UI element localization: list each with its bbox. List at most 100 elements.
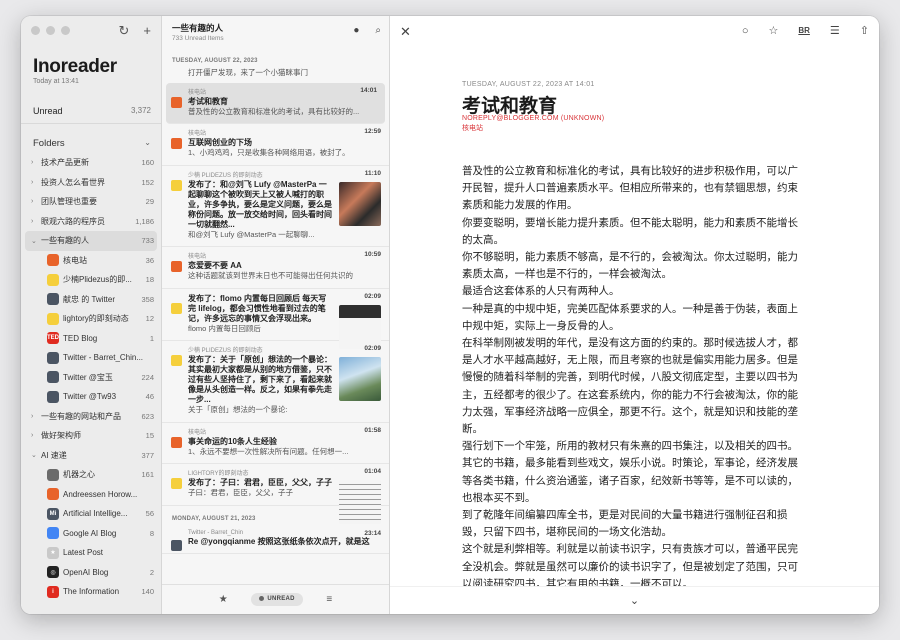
article-list: TUESDAY, AUGUST 22, 2023 打开僵尸发现，来了一个小猫眯事… [162,48,389,584]
article-paragraph: 普及性的公立教育和标准化的考试，具有比较好的进步积极作用，可以广开民智，提升人口… [462,165,798,212]
minimize-window-button[interactable] [46,26,55,35]
sidebar-feed-item[interactable]: i The Information 140 [21,582,161,602]
article-title: Re @yongqianme 按照这张纸条依次点开，就是这 [188,536,370,546]
sidebar-item-label: 少楠Plidezus的即... [63,275,132,285]
sidebar-item-label: Twitter - Barret_Chin... [63,353,144,363]
chevron-down-icon[interactable]: ⌄ [144,138,151,149]
sidebar-feed-item[interactable]: Google AI Blog 8 [21,524,161,544]
sidebar-folder-item[interactable]: › 一些有趣的网站和产品 623 [21,407,161,427]
article-excerpt: 和@刘飞 Lufy @MasterPa 一起聊聊... [188,229,315,239]
star-icon[interactable]: ☆ [768,24,778,37]
sidebar-feed-item[interactable]: TED TED Blog 1 [21,329,161,349]
article-item[interactable]: Twitter - Barret_Chin 23:14 Re @yongqian… [162,526,389,554]
sidebar-feed-item[interactable]: Andreessen Horow... [21,485,161,505]
sidebar-item-count: 623 [141,411,154,421]
chevron-down-icon[interactable]: ⌄ [31,451,41,459]
partial-article[interactable]: 打开僵尸发现，来了一个小猫眯事门 [162,68,389,83]
article-time: 01:58 [364,426,381,434]
feed-icon [47,488,59,501]
search-icon[interactable]: ⌕ [375,25,381,36]
add-icon[interactable]: + [143,23,151,39]
article-item[interactable]: 少楠 PLIDEZUS 的即刻动态 11:10 发布了：和@刘飞 Lufy @Mas… [162,166,389,247]
article-item[interactable]: 核电站 12:59 互联网创业的下场 1、小鸡鸡鸡，只是收集各种网络用语，被封了。 [162,124,389,166]
sidebar-feed-item[interactable]: ◎ OpenAI Blog 2 [21,563,161,583]
text-format-icon[interactable]: ☰ [830,24,840,37]
article-paragraph: 最适合这套体系的人只有两种人。 [462,285,620,298]
sidebar-item-label: lightory的即刻动态 [63,314,129,324]
article-excerpt: 子曰：君君，臣臣，父父，子子 [188,488,293,497]
article-title: 考试和教育 [188,96,228,106]
sidebar-feed-item[interactable]: Mi Artificial Intellige... 56 [21,504,161,524]
sidebar-folder-item[interactable]: › 眼观六路的程序员 1,186 [21,212,161,232]
article-excerpt: 1、永远不要想一次性解决所有问题。任何想一... [188,446,349,456]
sidebar-folder-item[interactable]: ⌄ AI 速递 377 [21,446,161,466]
article-paragraph: 强行划下一个牢笼，所用的教材只有朱熹的四书集注，以及相关的四书。其它的书籍，最多… [462,440,798,504]
sidebar-feed-item[interactable]: ★ Latest Post [21,543,161,563]
article-item[interactable]: 核电站 14:01 考试和教育 普及性的公立教育和标准化的考试，具有比较好的... [166,82,385,124]
article-list-pane: 一些有趣的人 733 Unread Items ● ⌕ TUESDAY, AUG… [162,16,390,614]
chevron-down-icon[interactable]: ⌄ [390,586,879,614]
divider [21,123,161,124]
close-icon[interactable]: ✕ [400,24,411,40]
feed-icon [47,312,59,325]
article-excerpt: 打开僵尸发现，来了一个小猫眯事门 [188,68,308,77]
share-icon[interactable]: ⇧ [860,24,869,37]
feed-icon [171,436,182,448]
unread-nav-item[interactable]: Unread 3,372 [33,106,151,116]
sidebar-folder-item[interactable]: ⌄ 一些有趣的人 733 [25,231,157,251]
article-feed-link[interactable]: 核电站 [462,123,483,133]
bionic-reading-icon[interactable]: BR [798,26,810,35]
article-item[interactable]: 02:09 发布了：flomo 内置每日回顾后 每天写完 lifelog，都会习惯… [162,289,389,349]
article-item[interactable]: 核电站 01:58 事关命运的10条人生经验 1、永远不要想一次性解决所有问题。任何想… [162,423,389,464]
close-window-button[interactable] [31,26,40,35]
sidebar-folder-item[interactable]: › 做好架构师 15 [21,426,161,446]
chevron-right-icon[interactable]: › [31,413,41,420]
sidebar-feed-item[interactable]: Twitter @宝玉 224 [21,368,161,388]
sidebar-feed-item[interactable]: 少楠Plidezus的即... 18 [21,270,161,290]
star-icon[interactable]: ★ [219,594,228,605]
chevron-right-icon[interactable]: › [31,218,41,225]
article-time: 02:09 [364,292,381,300]
sidebar-feed-item[interactable]: 机器之心 161 [21,465,161,485]
article-excerpt: 普及性的公立教育和标准化的考试，具有比较好的... [188,106,360,116]
article-paragraph: 在科举制刚被发明的年代，是没有这方面的约束的。那时候选拔人才，都是人才水平越高越… [462,337,798,436]
article-title: 发布了：关于「原创」想法的一个暴论：其实最初大家都是从别的地方借鉴，只不过有些人… [188,355,332,404]
article-item[interactable]: LIGHTORY的即刻动态 01:04 发布了：子曰：君君，臣臣，父父，子子 子曰：君… [162,464,389,524]
sidebar-folder-item[interactable]: › 技术产品更新 160 [21,153,161,173]
chevron-right-icon[interactable]: › [31,198,41,205]
article-time: 14:01 [360,86,377,94]
article-item[interactable]: 核电站 10:59 恋爱要不要 AA 这种话题就该到世界末日也不可能得出任何共识的 [162,247,389,289]
sidebar-item-label: 做好架构师 [41,431,81,441]
folders-header[interactable]: Folders ⌄ [33,138,151,149]
chevron-right-icon[interactable]: › [31,159,41,166]
feed-icon [47,390,59,403]
article-item[interactable]: 少楠 PLIDEZUS 的即刻动态 02:09 发布了：关于「原创」想法的一个暴论：… [162,341,389,423]
feed-icon [171,179,182,191]
sidebar-feed-item[interactable]: lightory的即刻动态 12 [21,309,161,329]
sidebar-feed-item[interactable]: 献忠 的 Twitter 358 [21,290,161,310]
sidebar-feed-item[interactable]: Twitter - Barret_Chin... [21,348,161,368]
article-time: 11:10 [364,169,381,177]
chevron-right-icon[interactable]: › [31,432,41,439]
sidebar-feed-item[interactable]: Twitter @Tw93 46 [21,387,161,407]
sidebar-item-label: Latest Post [63,548,104,558]
sidebar-folder-item[interactable]: › 团队管理也重要 29 [21,192,161,212]
article-author[interactable]: NOREPLY@BLOGGER.COM (UNKNOWN) [462,115,604,122]
sidebar-feed-item[interactable]: 核电站 36 [21,251,161,271]
sidebar-item-count: 2 [149,567,154,577]
list-view-icon[interactable]: ≡ [326,594,332,605]
feed-icon [47,371,59,384]
sidebar-item-count: 358 [141,294,154,304]
zoom-window-button[interactable] [61,26,70,35]
chevron-right-icon[interactable]: › [31,179,41,186]
article-source: 少楠 PLIDEZUS 的即刻动态 [188,172,263,179]
chevron-down-icon[interactable]: ⌄ [31,237,41,245]
sidebar-folder-item[interactable]: › 投资人怎么看世界 152 [21,173,161,193]
circle-icon[interactable]: ○ [742,25,749,37]
refresh-icon[interactable]: ↻ [119,23,130,39]
mark-all-read-icon[interactable]: ● [353,25,359,36]
list-footer: ★ UNREAD ≡ [162,584,389,614]
window-controls [31,26,70,35]
article-thumbnail [339,480,381,524]
unread-filter-button[interactable]: UNREAD [251,593,303,606]
